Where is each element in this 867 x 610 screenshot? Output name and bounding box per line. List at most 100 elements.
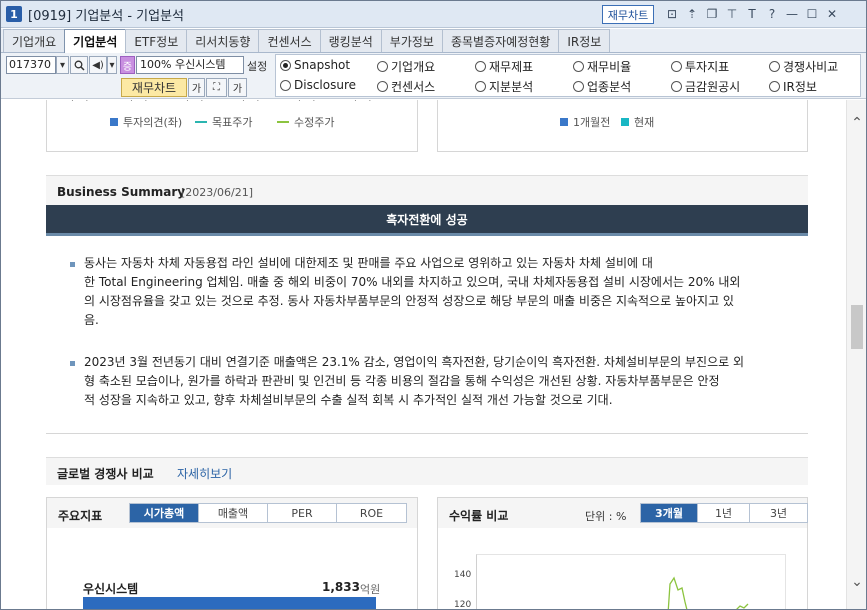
- close-icon[interactable]: ✕: [824, 6, 840, 22]
- x-tick: 0: [500, 100, 506, 103]
- summary-line: 한 Total Engineering 업체임. 매출 중 해외 비중이 70%…: [84, 275, 741, 289]
- radio-dot[interactable]: [671, 81, 682, 92]
- segment-tab[interactable]: 시가총액: [130, 504, 199, 522]
- tab-6[interactable]: 부가정보: [380, 29, 443, 52]
- zoom-badge[interactable]: 증: [120, 56, 135, 74]
- setting-label[interactable]: 설정: [247, 58, 267, 74]
- x-tick: 2023/03/03: [220, 100, 272, 103]
- radio-label: Snapshot: [294, 58, 351, 72]
- x-tick: 0.25: [558, 100, 578, 103]
- radio-option[interactable]: 경쟁사비교: [769, 58, 838, 75]
- radio-option[interactable]: IR정보: [769, 78, 817, 95]
- font-icon[interactable]: T: [744, 6, 760, 22]
- segment-tab[interactable]: ROE: [337, 504, 406, 522]
- radio-option[interactable]: 기업개요: [377, 58, 435, 75]
- radio-dot[interactable]: [377, 61, 388, 72]
- minimize-icon[interactable]: —: [784, 6, 800, 22]
- radio-option[interactable]: Snapshot: [280, 58, 350, 72]
- indicator-unit: 억원: [360, 583, 381, 596]
- summary-banner: 흑자전환에 성공: [46, 205, 808, 236]
- window-number-badge: 1: [6, 6, 22, 22]
- tab-1[interactable]: 기업분석: [64, 29, 127, 53]
- segment-tab[interactable]: 3개월: [641, 504, 698, 522]
- help-icon[interactable]: ?: [764, 6, 780, 22]
- scroll-thumb[interactable]: [851, 305, 863, 349]
- radio-dot[interactable]: [280, 79, 291, 91]
- tab-8[interactable]: IR정보: [558, 29, 611, 52]
- stock-code-input[interactable]: 017370: [6, 56, 56, 74]
- key-indicators-card: 주요지표 시가총액 매출액 PER ROE 우신시스템 1,833 억원: [46, 497, 418, 609]
- segment-tab[interactable]: PER: [268, 504, 337, 522]
- segment-tab[interactable]: 3년: [750, 504, 807, 522]
- radio-dot[interactable]: [769, 81, 780, 92]
- summary-line: 적 성장을 지속하고 있고, 향후 차체설비부문의 수출 실적 회복 시 추가적…: [84, 393, 613, 407]
- radio-option[interactable]: Disclosure: [280, 78, 356, 92]
- radio-option[interactable]: 컨센서스: [377, 78, 435, 95]
- x-tick: 2022/08/16: [49, 100, 101, 103]
- legend-target: 목표주가: [195, 114, 252, 130]
- radio-option[interactable]: 업종분석: [573, 78, 631, 95]
- tab-2[interactable]: ETF정보: [125, 29, 188, 52]
- legend-line: [195, 121, 207, 123]
- radio-option[interactable]: 지분분석: [475, 78, 533, 95]
- consensus-chart: 0 0.25 0.5 0.75 1 1개월전 현재: [437, 100, 808, 152]
- stock-chart-button[interactable]: 재무차트: [121, 78, 187, 97]
- scroll-up-icon[interactable]: ⌃: [850, 115, 864, 131]
- code-dropdown-icon[interactable]: ▾: [56, 56, 69, 74]
- radio-dot[interactable]: [475, 61, 486, 72]
- segment-tab[interactable]: 매출액: [199, 504, 268, 522]
- tab-0[interactable]: 기업개요: [3, 29, 66, 52]
- radio-label: 금감원공시: [685, 80, 741, 94]
- company-name: 우신시스템: [83, 582, 139, 596]
- tack-icon[interactable]: ⊤: [724, 6, 740, 22]
- radio-dot[interactable]: [769, 61, 780, 72]
- font-size-icon[interactable]: 가: [188, 78, 205, 97]
- expand-icon[interactable]: ⛶: [206, 78, 227, 97]
- x-tick: 1: [732, 100, 738, 103]
- summary-banner-text: 흑자전환에 성공: [386, 212, 468, 227]
- radio-option[interactable]: 재무제표: [475, 58, 533, 75]
- radio-dot[interactable]: [280, 59, 291, 71]
- radio-dot[interactable]: [377, 81, 388, 92]
- radio-dot[interactable]: [573, 81, 584, 92]
- tab-7[interactable]: 종목별증자예정현황: [441, 29, 560, 52]
- business-summary-date: [2023/06/21]: [181, 186, 253, 199]
- content-area: 2022/08/16 2022/10/19 2022/12/21 2023/03/03…: [1, 100, 846, 609]
- radio-option[interactable]: 재무비율: [573, 58, 631, 75]
- pin-icon[interactable]: ⇡: [684, 6, 700, 22]
- detail-link[interactable]: 자세히보기: [177, 465, 232, 482]
- tab-5[interactable]: 랭킹분석: [319, 29, 382, 52]
- tab-3[interactable]: 리서치동향: [186, 29, 260, 52]
- key-indicators-title: 주요지표: [58, 509, 103, 523]
- tab-4[interactable]: 컨센서스: [258, 29, 321, 52]
- window-controls: ⊡ ⇡ ❐ ⊤ T? — ☐ ✕: [664, 6, 840, 22]
- x-tick: 2022/10/19: [108, 100, 160, 103]
- radio-option[interactable]: 투자지표: [671, 58, 729, 75]
- return-compare-title: 수익률 비교: [449, 509, 509, 523]
- maximize-icon[interactable]: ☐: [804, 6, 820, 22]
- radio-dot[interactable]: [671, 61, 682, 72]
- legend-label: 현재: [634, 116, 655, 129]
- x-tick: 0.5: [616, 100, 630, 103]
- segment-tab[interactable]: 1년: [698, 504, 750, 522]
- main-tab-bar: 기업개요 기업분석 ETF정보 리서치동향 컨센서스 랭킹분석 부가정보 종목별증자예정현황 I…: [1, 29, 866, 53]
- scroll-down-icon[interactable]: ⌄: [850, 574, 864, 590]
- radio-option[interactable]: 금감원공시: [671, 78, 740, 95]
- radio-dot[interactable]: [475, 81, 486, 92]
- legend-label: 수정주가: [294, 116, 335, 129]
- vertical-scrollbar[interactable]: ⌃ ⌄: [846, 100, 866, 609]
- speaker-dropdown-icon[interactable]: ▾: [107, 56, 117, 74]
- stock-name-field[interactable]: 100% 우신시스템: [136, 56, 244, 74]
- restore-icon[interactable]: ❐: [704, 6, 720, 22]
- financial-chart-button[interactable]: 재무차트: [602, 5, 654, 24]
- x-tick: 2022/12/21: [164, 100, 216, 103]
- font-increase-icon[interactable]: 가: [228, 78, 247, 97]
- legend-label: 1개월전: [573, 116, 611, 129]
- search-icon[interactable]: [70, 56, 88, 74]
- title-bar: 1 [0919] 기업분석 - 기업분석 재무차트 ⊡ ⇡ ❐ ⊤ T? — ☐ ✕: [1, 1, 866, 28]
- speaker-icon[interactable]: ◀): [89, 56, 107, 74]
- radio-dot[interactable]: [573, 61, 584, 72]
- radio-label: IR정보: [783, 80, 817, 94]
- chart-icon[interactable]: ⊡: [664, 6, 680, 22]
- control-bar: 017370 ▾ ◀) ▾ 증 100% 우신시스템 설정 재무차트 가 ⛶ 가…: [1, 53, 866, 99]
